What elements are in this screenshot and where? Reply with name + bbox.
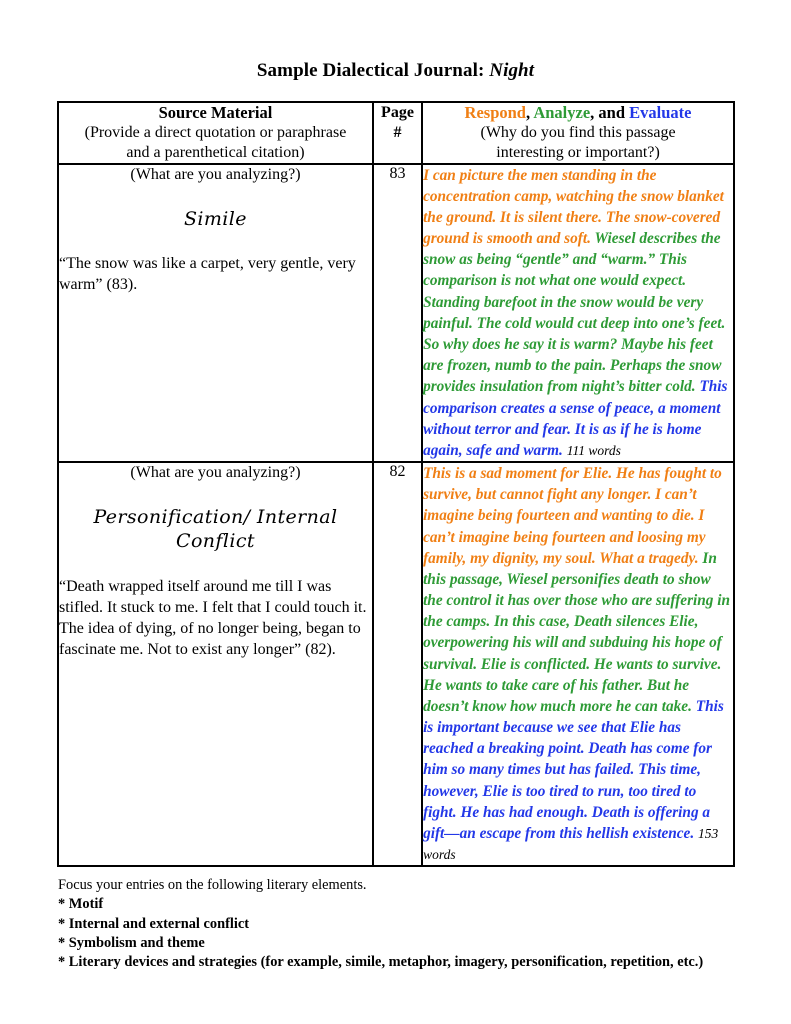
header-source-sub-line1: (Provide a direct quotation or paraphras…: [84, 124, 347, 142]
response-cell: This is a sad moment for Elie. He has fo…: [421, 461, 735, 868]
literary-device-name: Personification/ Internal Conflict: [93, 506, 338, 553]
table-row: (What are you analyzing?) Personificatio…: [57, 461, 735, 868]
page-number-cell: 82: [371, 461, 424, 868]
source-quotation: “The snow was like a carpet, very gentle…: [59, 255, 356, 294]
page-title: Sample Dialectical Journal: Night: [0, 60, 791, 82]
header-cell-page: Page #: [371, 101, 424, 165]
header-source-title: Source Material: [158, 103, 273, 122]
header-source-sub-line2: and a parenthetical citation): [126, 143, 305, 161]
source-quotation: “Death wrapped itself around me till I w…: [59, 577, 367, 658]
response-word-count: 111 words: [566, 442, 621, 458]
title-prefix: Sample Dialectical Journal:: [256, 60, 485, 81]
response-analyze-segment: Wiesel describes the snow as being “gent…: [423, 230, 726, 396]
footer-item: * Literary devices and strategies (for e…: [58, 954, 704, 971]
response-evaluate-segment: This is important because we see that El…: [423, 697, 724, 842]
footer-item: * Symbolism and theme: [58, 934, 205, 951]
header-respond-title: Respond, Analyze, and Evaluate: [423, 103, 733, 123]
header-word-respond: Respond: [464, 103, 526, 122]
literary-device-name: Simile: [184, 207, 247, 230]
source-cell: (What are you analyzing?) Simile “The sn…: [57, 162, 374, 464]
analyzing-prompt: (What are you analyzing?): [130, 464, 301, 482]
table-header-row: Source Material (Provide a direct quotat…: [57, 101, 735, 165]
header-respond-sub-line1: (Why do you find this passage: [480, 124, 676, 142]
header-and: , and: [590, 103, 630, 122]
footer-item: * Internal and external conflict: [58, 915, 250, 932]
response-respond-segment: This is a sad moment for Elie. He has fo…: [423, 465, 722, 567]
header-cell-source: Source Material (Provide a direct quotat…: [57, 101, 374, 165]
dialectical-journal-table: Source Material (Provide a direct quotat…: [57, 101, 735, 868]
header-cell-respond: Respond, Analyze, and Evaluate (Why do y…: [421, 101, 735, 165]
header-word-analyze: Analyze: [533, 103, 591, 122]
footer-item: * Motif: [58, 896, 104, 913]
header-respond-sub-line2: interesting or important?): [496, 143, 660, 161]
source-cell: (What are you analyzing?) Personificatio…: [57, 461, 374, 868]
response-cell: I can picture the men standing in the co…: [421, 162, 735, 464]
analyzing-prompt: (What are you analyzing?): [130, 165, 301, 183]
page-number-cell: 83: [371, 162, 424, 464]
header-page-hash: #: [393, 123, 402, 141]
footer-lead-line: Focus your entries on the following lite…: [58, 877, 367, 893]
title-work: Night: [489, 60, 535, 81]
table-row: (What are you analyzing?) Simile “The sn…: [57, 162, 735, 464]
header-word-evaluate: Evaluate: [629, 103, 692, 122]
response-analyze-segment: In this passage, Wiesel personifies deat…: [423, 549, 731, 715]
footer-instructions: Focus your entries on the following lite…: [58, 876, 758, 972]
header-page-label: Page: [381, 104, 414, 121]
document-page: Sample Dialectical Journal: Night Source…: [0, 0, 791, 1024]
